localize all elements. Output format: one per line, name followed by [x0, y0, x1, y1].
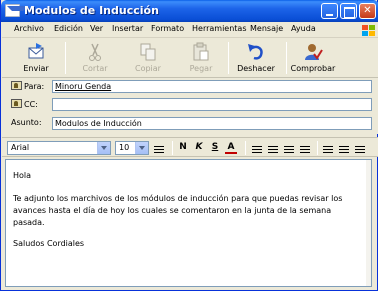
font-size-select[interactable]: 10: [115, 141, 149, 155]
minimize-button[interactable]: [321, 3, 338, 19]
align-center-icon[interactable]: [338, 141, 350, 154]
address-book-icon: [11, 99, 22, 108]
message-body[interactable]: Hola Te adjunto los marchivos de los mód…: [5, 159, 372, 287]
to-label[interactable]: Para:: [11, 81, 44, 91]
subject-label: Asunto:: [11, 118, 42, 127]
cc-field[interactable]: [52, 98, 372, 111]
chevron-down-icon[interactable]: [97, 142, 110, 154]
to-field[interactable]: Minoru Genda: [52, 80, 372, 93]
italic-icon[interactable]: K: [193, 141, 205, 154]
body-line: avances hasta el día de hoy los cuales s…: [13, 206, 332, 215]
menu-formato[interactable]: Formato: [151, 24, 184, 33]
windows-logo-icon: [358, 23, 378, 38]
format-separator: [245, 141, 246, 155]
toolbar-separator: [228, 42, 229, 74]
undo-button[interactable]: Deshacer: [231, 40, 281, 76]
paste-icon: [193, 42, 209, 61]
decrease-indent-icon[interactable]: [282, 141, 294, 154]
toolbar-separator: [65, 42, 66, 74]
envelope-icon: [5, 4, 28, 17]
body-line: Te adjunto los marchivos de los módulos …: [13, 194, 343, 203]
menu-ayuda[interactable]: Ayuda: [291, 24, 316, 33]
font-select[interactable]: Arial: [7, 141, 111, 155]
body-line: pasada.: [13, 218, 45, 227]
check-names-icon: [305, 44, 323, 60]
cc-label[interactable]: CC:: [11, 99, 38, 109]
increase-indent-icon[interactable]: [298, 141, 310, 154]
menu-ver[interactable]: Ver: [90, 24, 103, 33]
send-icon: [28, 43, 44, 59]
paste-button[interactable]: Pegar: [178, 40, 224, 76]
maximize-button[interactable]: [340, 3, 357, 19]
undo-icon: [248, 44, 263, 60]
address-book-icon: [11, 81, 22, 90]
chevron-down-icon[interactable]: [135, 142, 148, 154]
toolbar: Enviar Cortar Copiar Pegar Deshacer Comp…: [2, 38, 378, 78]
cut-button[interactable]: Cortar: [72, 40, 118, 76]
menu-insertar[interactable]: Insertar: [112, 24, 143, 33]
paragraph-style-icon[interactable]: [152, 141, 168, 154]
align-left-icon[interactable]: [322, 141, 334, 154]
compose-window: Modulos de Inducción ✕ Archivo Edición V…: [0, 0, 378, 291]
send-button[interactable]: Enviar: [12, 40, 60, 76]
scissors-icon: [89, 43, 101, 61]
window-title: Modulos de Inducción: [24, 4, 159, 17]
menu-mensaje[interactable]: Mensaje: [250, 24, 283, 33]
closing-text: Saludos Cordiales: [13, 239, 85, 248]
formatting-toolbar: Arial 10 N K S A: [2, 137, 378, 157]
title-bar[interactable]: Modulos de Inducción ✕: [1, 0, 378, 22]
format-separator: [172, 141, 173, 155]
copy-icon: [140, 43, 156, 61]
menu-herramientas[interactable]: Herramientas: [192, 24, 247, 33]
close-button[interactable]: ✕: [359, 3, 376, 19]
check-names-button[interactable]: Comprobar: [287, 40, 339, 76]
align-right-icon[interactable]: [354, 141, 366, 154]
subject-field[interactable]: Modulos de Inducción: [52, 117, 372, 130]
greeting-text: Hola: [13, 171, 32, 180]
bold-icon[interactable]: N: [177, 141, 189, 154]
menu-archivo[interactable]: Archivo: [14, 24, 44, 33]
format-separator: [317, 141, 318, 155]
bullet-list-icon[interactable]: [266, 141, 278, 154]
numbered-list-icon[interactable]: [250, 141, 262, 154]
message-header: Para: Minoru Genda CC: Asunto: Modulos d…: [2, 78, 378, 134]
font-color-icon[interactable]: A: [225, 141, 237, 154]
menu-edicion[interactable]: Edición: [54, 24, 83, 33]
scrollbar[interactable]: [366, 160, 371, 286]
underline-icon[interactable]: S: [209, 141, 221, 154]
copy-button[interactable]: Copiar: [125, 40, 171, 76]
menu-bar: Archivo Edición Ver Insertar Formato Her…: [2, 22, 378, 38]
